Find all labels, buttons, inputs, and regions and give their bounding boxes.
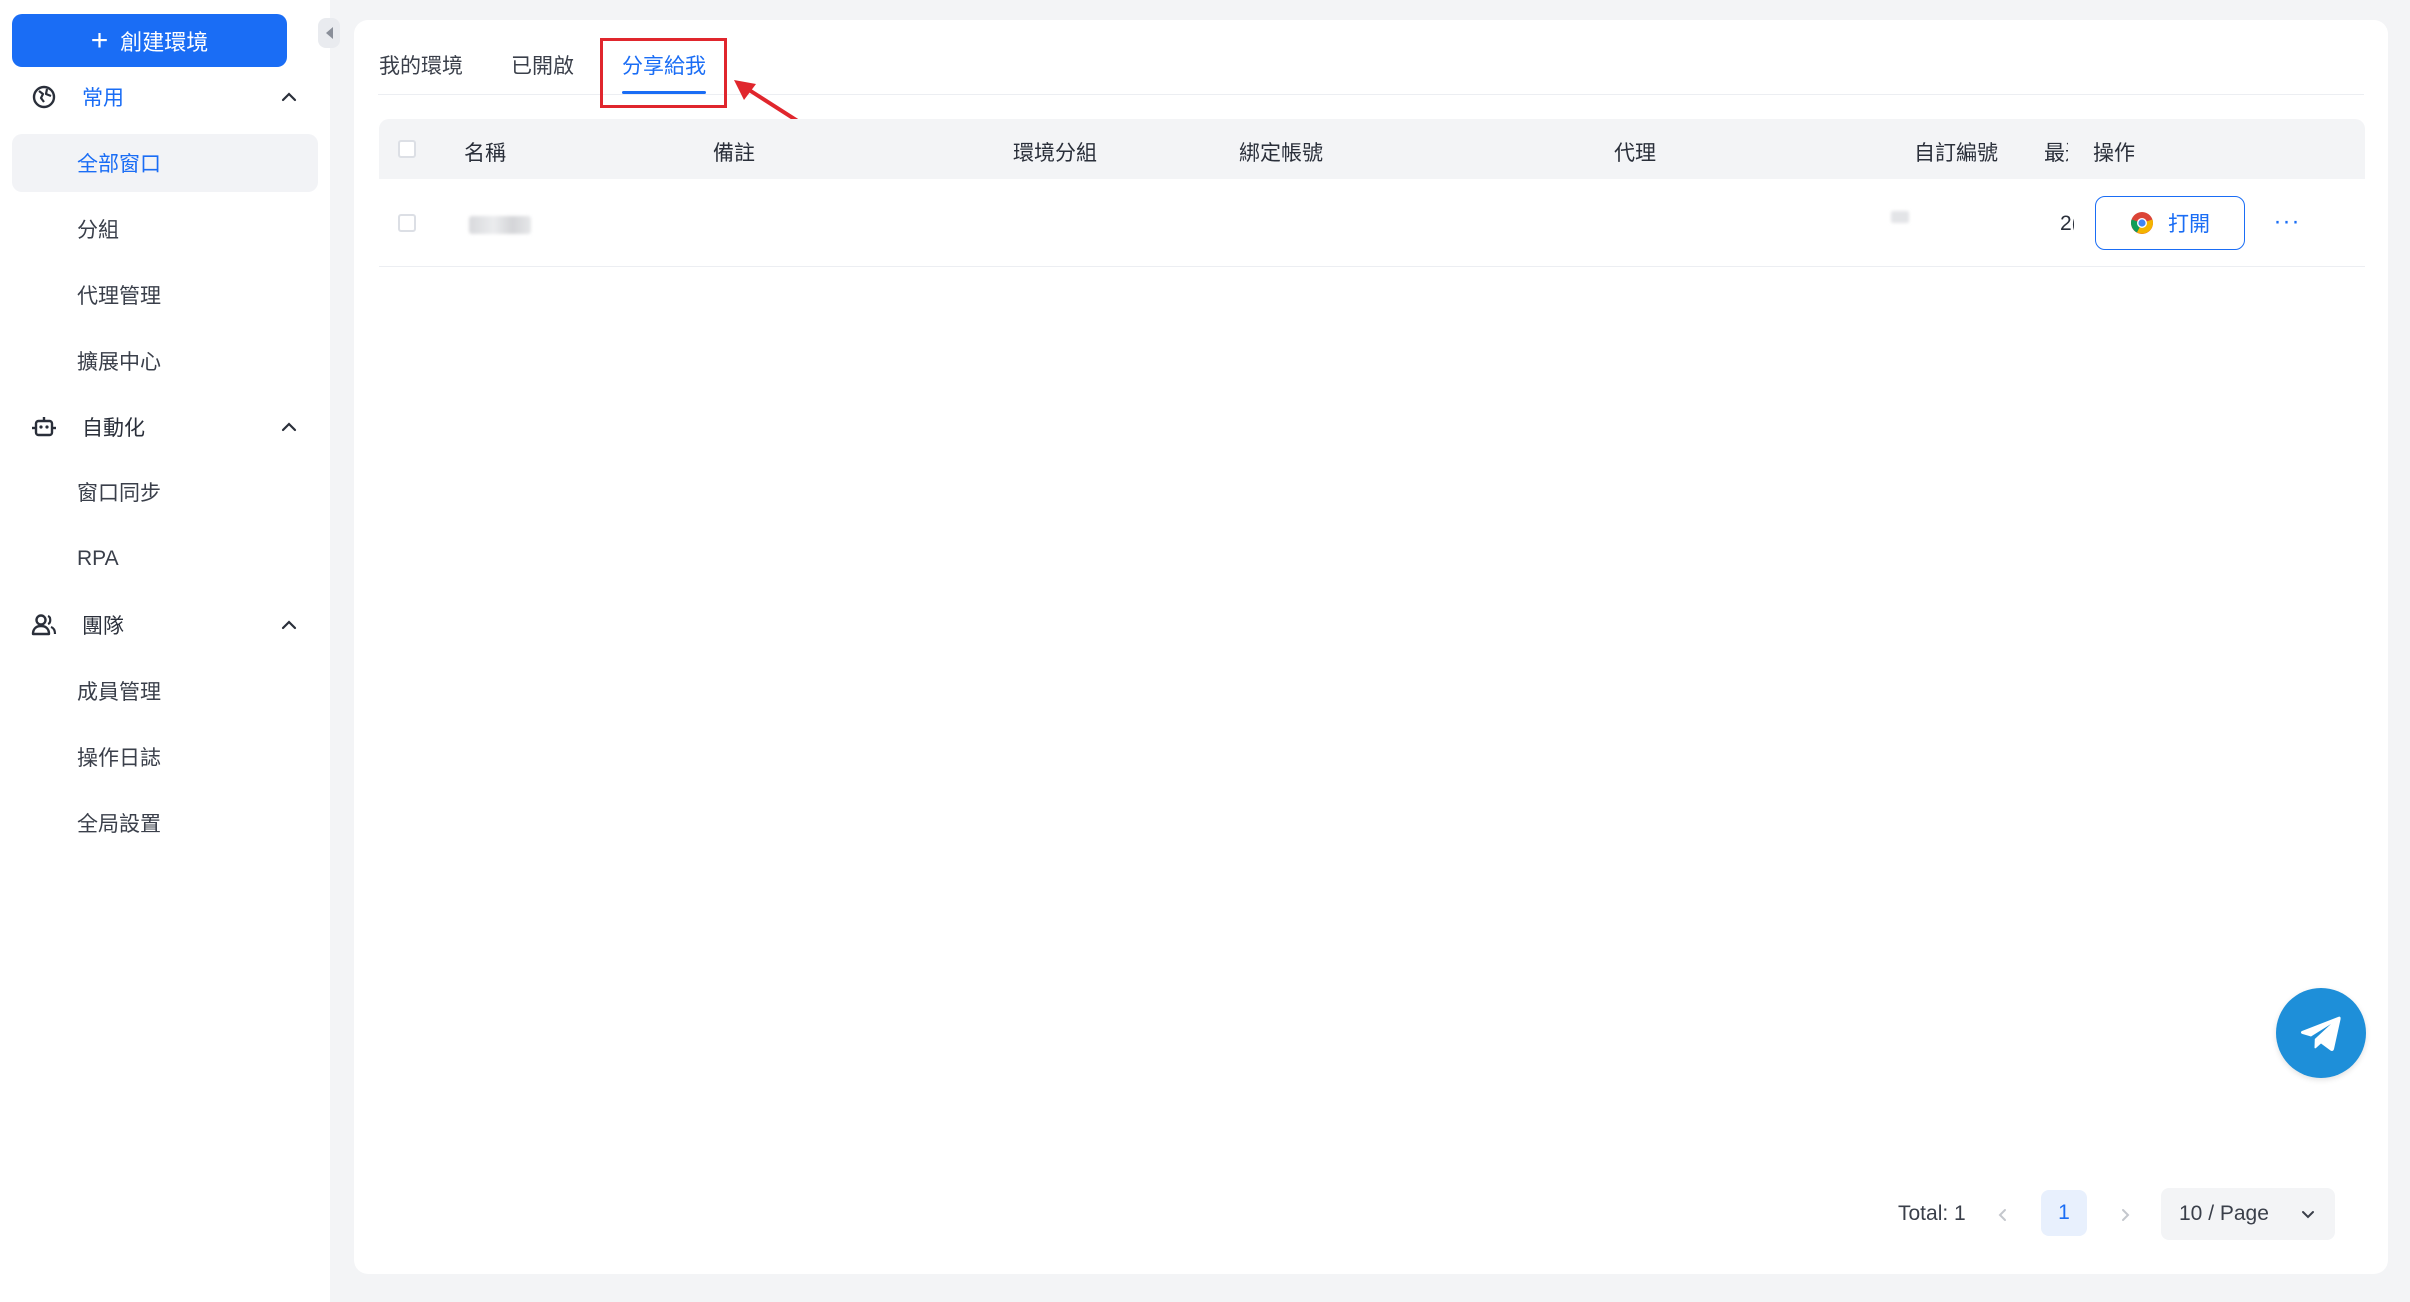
column-header-proxy[interactable]: 代理 [1614, 137, 1656, 167]
select-all-checkbox[interactable] [398, 140, 416, 158]
sidebar-item-global-settings[interactable]: 全局設置 [12, 794, 318, 852]
open-browser-button[interactable]: 打開 [2095, 196, 2245, 250]
menu-group-label: 自動化 [82, 417, 145, 440]
next-page-icon[interactable] [2114, 1204, 2136, 1226]
menu-group-common[interactable]: 常用 [0, 67, 330, 127]
tab-shared-with-me[interactable]: 分享給我 [622, 50, 706, 80]
menu-group-label: 常用 [82, 87, 124, 110]
globe-icon [32, 85, 56, 109]
sidebar-item-proxy[interactable]: 代理管理 [12, 266, 318, 324]
menu-group-team[interactable]: 團隊 [0, 595, 330, 655]
column-header-name[interactable]: 名稱 [464, 137, 506, 167]
sidebar-collapse-handle[interactable] [318, 18, 340, 48]
total-count: Total: 1 [1898, 1202, 1966, 1225]
page-size-value: 10 / Page [2179, 1202, 2269, 1225]
page-number-current[interactable]: 1 [2041, 1190, 2087, 1236]
sidebar-item-label: 分組 [77, 219, 119, 242]
open-button-label: 打開 [2168, 213, 2210, 236]
sidebar-item-label: 全局設置 [77, 813, 161, 836]
chevron-down-icon [2302, 1211, 2314, 1219]
sidebar-item-members[interactable]: 成員管理 [12, 662, 318, 720]
sidebar-item-label: 成員管理 [77, 681, 161, 704]
column-header-bound-account[interactable]: 綁定帳號 [1239, 137, 1323, 167]
sidebar-item-label: 全部窗口 [77, 153, 161, 176]
row-checkbox[interactable] [398, 214, 416, 232]
create-environment-button[interactable]: + 創建環境 [12, 14, 287, 67]
app-window: + 創建環境 常用 全部窗口 分組 代理管理 擴展中心 自動化 窗口同步 RPA… [0, 0, 2410, 1302]
sidebar-item-window-sync[interactable]: 窗口同步 [12, 463, 318, 521]
column-header-custom-id[interactable]: 自訂編號 [1914, 137, 1998, 167]
main-panel: 我的環境 已開啟 分享給我 名稱 備註 環境分組 綁定帳號 代理 自訂編號 最近… [354, 20, 2388, 1274]
sidebar-item-all-windows[interactable]: 全部窗口 [12, 134, 318, 192]
sidebar-item-extensions[interactable]: 擴展中心 [12, 332, 318, 390]
column-header-actions: 操作 [2093, 142, 2135, 165]
blurred-environment-name [469, 216, 531, 234]
plus-icon: + [90, 23, 109, 57]
create-environment-label: 創建環境 [120, 29, 209, 55]
sidebar-item-groups[interactable]: 分組 [12, 200, 318, 258]
sidebar-item-label: 代理管理 [77, 285, 161, 308]
more-actions-button[interactable]: ··· [2272, 207, 2302, 237]
sidebar-item-label: RPA [77, 547, 119, 570]
table-header: 名稱 備註 環境分組 綁定帳號 代理 自訂編號 最近 操作 [379, 119, 2365, 179]
chevron-up-icon [281, 620, 297, 630]
telegram-support-button[interactable] [2276, 988, 2366, 1078]
chrome-icon [2131, 212, 2153, 234]
column-header-last-opened[interactable]: 最近 [2044, 137, 2068, 167]
sidebar-item-operation-log[interactable]: 操作日誌 [12, 728, 318, 786]
collapse-left-icon [325, 27, 333, 39]
page-size-select[interactable]: 10 / Page [2161, 1188, 2335, 1240]
pagination: Total: 1 1 10 / Page [354, 1188, 2388, 1246]
team-icon [31, 614, 57, 636]
telegram-icon [2300, 1016, 2341, 1051]
last-opened-value: 2( [2060, 212, 2074, 235]
sidebar: + 創建環境 常用 全部窗口 分組 代理管理 擴展中心 自動化 窗口同步 RPA… [0, 0, 340, 1302]
prev-page-icon[interactable] [1992, 1204, 2014, 1226]
table-row: 2( 打開 ··· [379, 179, 2365, 267]
robot-icon [32, 417, 56, 437]
sidebar-item-label: 窗口同步 [77, 482, 161, 505]
column-header-group[interactable]: 環境分組 [1013, 137, 1097, 167]
tab-divider [378, 94, 2364, 95]
column-header-remark[interactable]: 備註 [713, 137, 755, 167]
menu-group-label: 團隊 [82, 615, 124, 638]
sidebar-item-rpa[interactable]: RPA [12, 530, 318, 588]
tab-opened[interactable]: 已開啟 [511, 50, 574, 80]
chevron-up-icon [281, 422, 297, 432]
chevron-up-icon [281, 92, 297, 102]
sidebar-item-label: 擴展中心 [77, 351, 161, 374]
blurred-custom-id [1891, 211, 1909, 223]
menu-group-automation[interactable]: 自動化 [0, 397, 330, 457]
sidebar-item-label: 操作日誌 [77, 747, 161, 770]
tab-my-environments[interactable]: 我的環境 [379, 50, 463, 80]
tab-bar: 我的環境 已開啟 分享給我 [354, 20, 2388, 96]
